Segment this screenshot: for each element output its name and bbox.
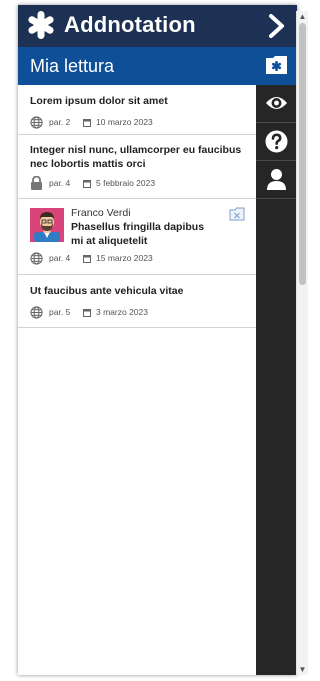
calendar-icon	[83, 179, 91, 188]
item-page: par. 4	[49, 178, 71, 188]
item-title: Phasellus fringilla dapibus mi at alique…	[71, 221, 205, 247]
globe-icon	[30, 115, 43, 129]
sidebar-item-view[interactable]	[256, 85, 297, 123]
avatar	[30, 208, 64, 242]
globe-icon	[30, 251, 43, 265]
item-date: 3 marzo 2023	[96, 307, 148, 317]
sidebar-item-my-reading[interactable]	[256, 47, 297, 85]
top-bar: Addnotation	[18, 5, 297, 47]
annotation-list-panel: Mia lettura Lorem ipsum dolor sit amet p…	[18, 47, 256, 675]
item-page: par. 4	[49, 253, 71, 263]
asterisk-logo-icon	[28, 11, 54, 39]
scroll-down-arrow-icon[interactable]: ▼	[297, 664, 308, 675]
list-item[interactable]: Integer nisl nunc, ullamcorper eu faucib…	[18, 135, 256, 199]
scroll-up-arrow-icon[interactable]: ▲	[297, 11, 308, 22]
item-title: Lorem ipsum dolor sit amet	[30, 95, 168, 107]
user-icon	[267, 169, 286, 190]
eye-icon	[266, 97, 287, 109]
item-date: 10 marzo 2023	[96, 117, 153, 127]
chevron-right-icon[interactable]	[264, 12, 290, 40]
section-title: Mia lettura	[18, 47, 256, 85]
globe-icon	[30, 305, 43, 319]
item-date: 5 febbraio 2023	[96, 178, 156, 188]
hide-annotation-icon[interactable]	[229, 207, 245, 221]
list-item[interactable]: Lorem ipsum dolor sit amet par. 2 10 mar…	[18, 85, 256, 135]
sidebar-item-help[interactable]	[256, 123, 297, 161]
help-icon	[265, 130, 288, 153]
calendar-icon	[83, 254, 91, 263]
item-page: par. 2	[49, 117, 71, 127]
item-page: par. 5	[49, 307, 71, 317]
sidebar-item-profile[interactable]	[256, 161, 297, 199]
calendar-icon	[83, 118, 91, 127]
scrollbar-thumb[interactable]	[299, 23, 306, 285]
item-date: 15 marzo 2023	[96, 253, 153, 263]
author-name: Franco Verdi	[71, 207, 131, 219]
item-title: Ut faucibus ante vehicula vitae	[30, 285, 184, 297]
folder-asterisk-icon	[266, 56, 287, 74]
calendar-icon	[83, 308, 91, 317]
app-window: Addnotation Mia lettura Lorem ipsum dolo…	[18, 5, 297, 675]
app-title: Addnotation	[64, 12, 196, 37]
scrollbar[interactable]: ▲ ▼	[296, 11, 308, 675]
tool-sidebar	[256, 47, 297, 675]
list-item[interactable]: Franco Verdi Phasellus fringilla dapibus…	[18, 199, 256, 275]
list-item[interactable]: Ut faucibus ante vehicula vitae par. 5 3…	[18, 275, 256, 328]
lock-icon	[31, 176, 42, 190]
item-title: Integer nisl nunc, ullamcorper eu faucib…	[30, 144, 242, 170]
